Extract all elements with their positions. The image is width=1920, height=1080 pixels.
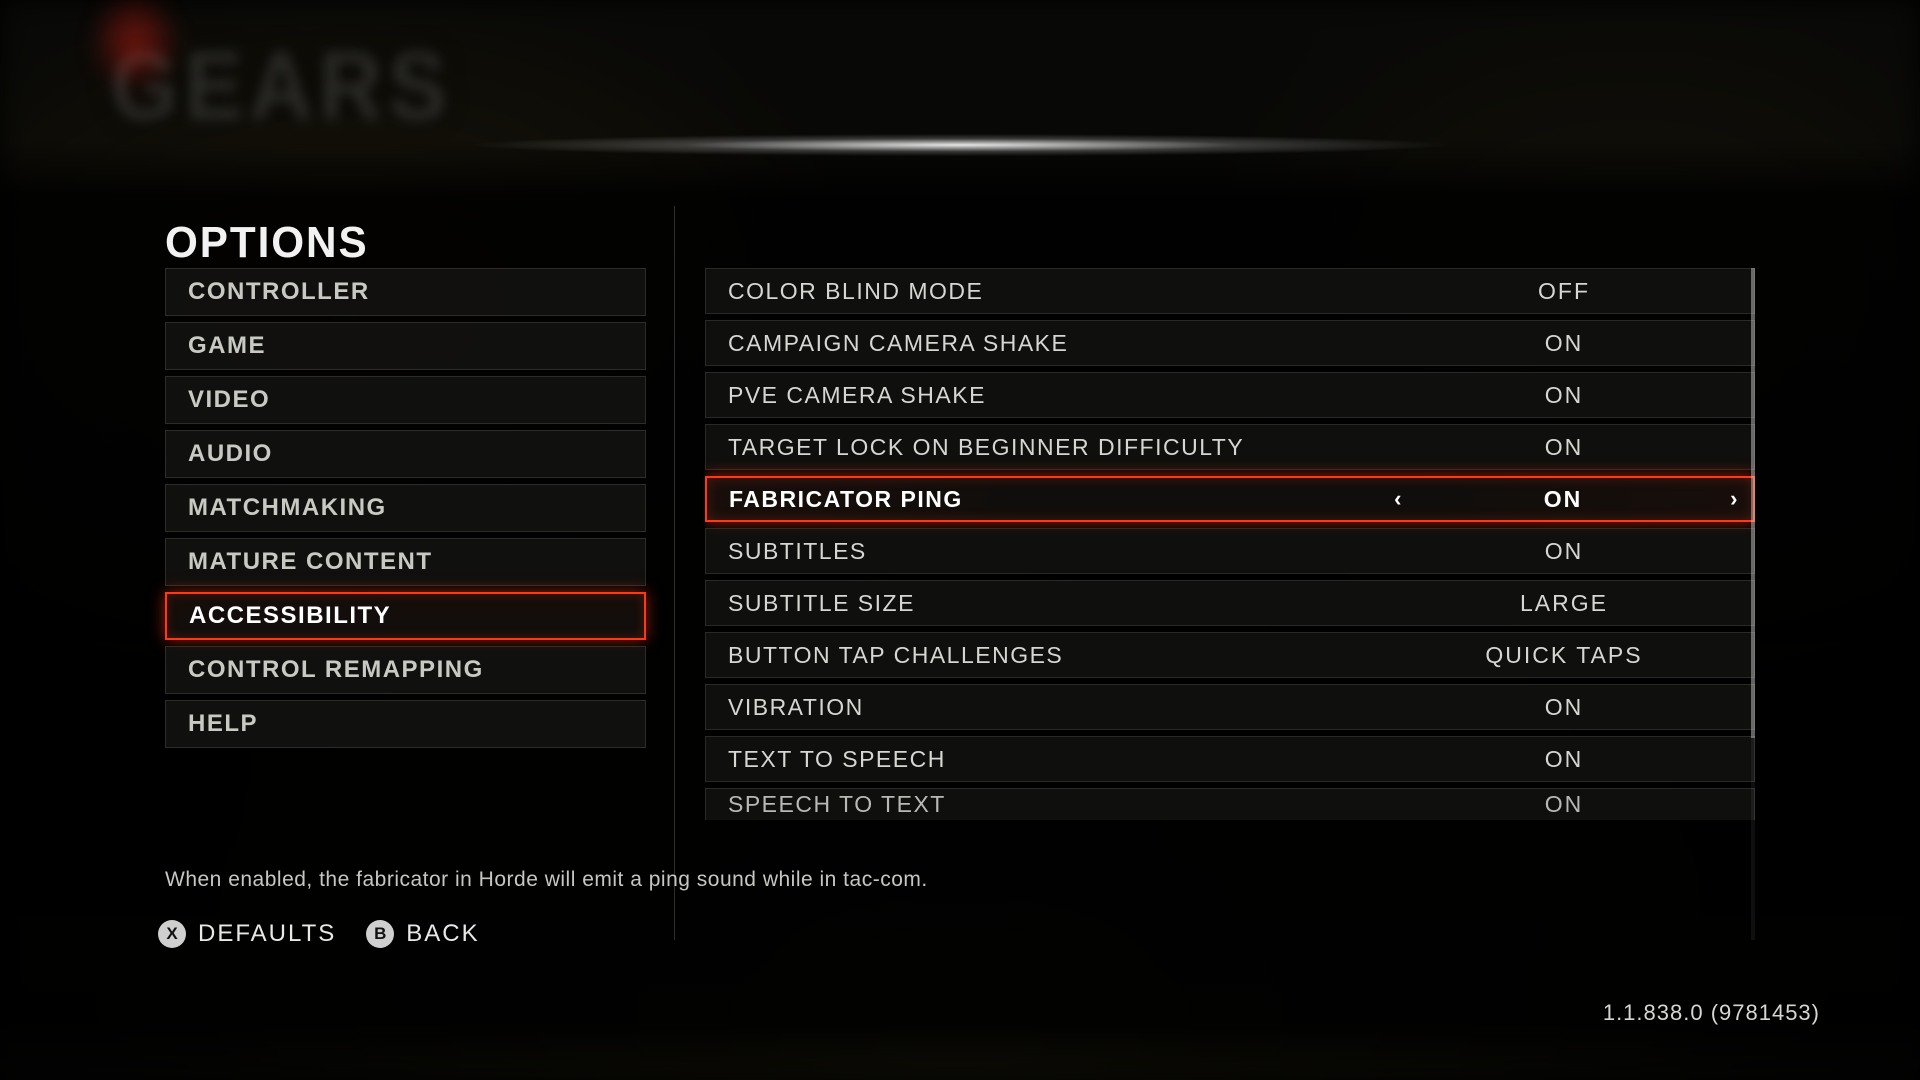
setting-row[interactable]: COLOR BLIND MODE OFF bbox=[705, 268, 1755, 314]
setting-value: QUICK TAPS bbox=[1485, 642, 1642, 669]
setting-label: FABRICATOR PING bbox=[729, 486, 963, 513]
settings-list: COLOR BLIND MODE OFF CAMPAIGN CAMERA SHAKE… bbox=[705, 268, 1755, 940]
category-item[interactable]: CONTROL REMAPPING bbox=[165, 646, 646, 694]
setting-value-wrap: ON bbox=[1373, 478, 1753, 520]
category-label: CONTROL REMAPPING bbox=[188, 656, 484, 684]
back-button[interactable]: B BACK bbox=[366, 920, 479, 948]
category-item[interactable]: MATURE CONTENT bbox=[165, 538, 646, 586]
setting-row[interactable]: TEXT TO SPEECH ON bbox=[705, 736, 1755, 782]
setting-label: PVE CAMERA SHAKE bbox=[728, 382, 986, 409]
setting-label: TARGET LOCK ON BEGINNER DIFFICULTY bbox=[728, 434, 1244, 461]
footer-prompts: X DEFAULTS B BACK bbox=[158, 920, 480, 948]
setting-row[interactable]: TARGET LOCK ON BEGINNER DIFFICULTY ON bbox=[705, 424, 1755, 470]
setting-label: BUTTON TAP CHALLENGES bbox=[728, 642, 1063, 669]
category-item[interactable]: AUDIO bbox=[165, 430, 646, 478]
category-item[interactable]: GAME bbox=[165, 322, 646, 370]
options-content: CONTROLLER GAME VIDEO AUDIO MATCHMAKING MATUR… bbox=[165, 206, 1755, 940]
setting-row[interactable]: SUBTITLES ON bbox=[705, 528, 1755, 574]
setting-value-wrap: QUICK TAPS bbox=[1374, 633, 1754, 677]
setting-value: LARGE bbox=[1520, 590, 1608, 617]
setting-value-wrap: ON bbox=[1374, 529, 1754, 573]
category-label: MATCHMAKING bbox=[188, 494, 387, 522]
category-item[interactable]: HELP bbox=[165, 700, 646, 748]
setting-value-wrap: ON bbox=[1374, 737, 1754, 781]
setting-value-wrap: ON bbox=[1374, 321, 1754, 365]
setting-description: When enabled, the fabricator in Horde wi… bbox=[165, 868, 1755, 892]
setting-value: ON bbox=[1545, 746, 1584, 773]
build-version: 1.1.838.0 (9781453) bbox=[1603, 1000, 1820, 1026]
scrollbar-thumb[interactable] bbox=[1751, 268, 1755, 738]
setting-label: COLOR BLIND MODE bbox=[728, 278, 983, 305]
setting-label: VIBRATION bbox=[728, 694, 864, 721]
background-game-logo: GEARS bbox=[110, 30, 453, 142]
setting-value: ON bbox=[1545, 538, 1584, 565]
defaults-button[interactable]: X DEFAULTS bbox=[158, 920, 336, 948]
category-label: CONTROLLER bbox=[188, 278, 370, 306]
setting-row[interactable]: CAMPAIGN CAMERA SHAKE ON bbox=[705, 320, 1755, 366]
setting-row[interactable]: SUBTITLE SIZE LARGE bbox=[705, 580, 1755, 626]
setting-label: CAMPAIGN CAMERA SHAKE bbox=[728, 330, 1068, 357]
b-button-icon: B bbox=[366, 920, 394, 948]
setting-value-wrap: ON bbox=[1374, 685, 1754, 729]
setting-value: ON bbox=[1545, 791, 1584, 818]
setting-value-wrap: ON bbox=[1374, 789, 1754, 820]
category-label: GAME bbox=[188, 332, 266, 360]
setting-value: ON bbox=[1545, 434, 1584, 461]
category-item[interactable]: ACCESSIBILITY bbox=[165, 592, 646, 640]
category-label: ACCESSIBILITY bbox=[189, 602, 391, 630]
back-label: BACK bbox=[406, 920, 479, 948]
category-label: VIDEO bbox=[188, 386, 270, 414]
setting-row[interactable]: PVE CAMERA SHAKE ON bbox=[705, 372, 1755, 418]
settings-column: COLOR BLIND MODE OFF CAMPAIGN CAMERA SHAKE… bbox=[675, 206, 1755, 940]
category-label: MATURE CONTENT bbox=[188, 548, 433, 576]
setting-row[interactable]: BUTTON TAP CHALLENGES QUICK TAPS bbox=[705, 632, 1755, 678]
category-item[interactable]: CONTROLLER bbox=[165, 268, 646, 316]
category-label: HELP bbox=[188, 710, 258, 738]
category-item[interactable]: VIDEO bbox=[165, 376, 646, 424]
setting-label: TEXT TO SPEECH bbox=[728, 746, 946, 773]
setting-label: SPEECH TO TEXT bbox=[728, 791, 946, 818]
setting-value-wrap: ON bbox=[1374, 425, 1754, 469]
setting-value: ON bbox=[1545, 694, 1584, 721]
setting-row[interactable]: SPEECH TO TEXT ON bbox=[705, 788, 1755, 820]
chevron-right-icon[interactable]: › bbox=[1730, 486, 1739, 512]
setting-row[interactable]: VIBRATION ON bbox=[705, 684, 1755, 730]
setting-value: OFF bbox=[1538, 278, 1590, 305]
setting-value-wrap: ON bbox=[1374, 373, 1754, 417]
category-item[interactable]: MATCHMAKING bbox=[165, 484, 646, 532]
setting-row[interactable]: FABRICATOR PING ON ‹ › bbox=[705, 476, 1755, 522]
setting-value: ON bbox=[1544, 486, 1583, 513]
setting-label: SUBTITLES bbox=[728, 538, 867, 565]
setting-value-wrap: LARGE bbox=[1374, 581, 1754, 625]
setting-value: ON bbox=[1545, 330, 1584, 357]
setting-value: ON bbox=[1545, 382, 1584, 409]
setting-value-wrap: OFF bbox=[1374, 269, 1754, 313]
x-button-icon: X bbox=[158, 920, 186, 948]
chevron-left-icon[interactable]: ‹ bbox=[1394, 486, 1403, 512]
defaults-label: DEFAULTS bbox=[198, 920, 336, 948]
category-label: AUDIO bbox=[188, 440, 273, 468]
category-list: CONTROLLER GAME VIDEO AUDIO MATCHMAKING MATUR… bbox=[165, 206, 675, 940]
setting-label: SUBTITLE SIZE bbox=[728, 590, 915, 617]
